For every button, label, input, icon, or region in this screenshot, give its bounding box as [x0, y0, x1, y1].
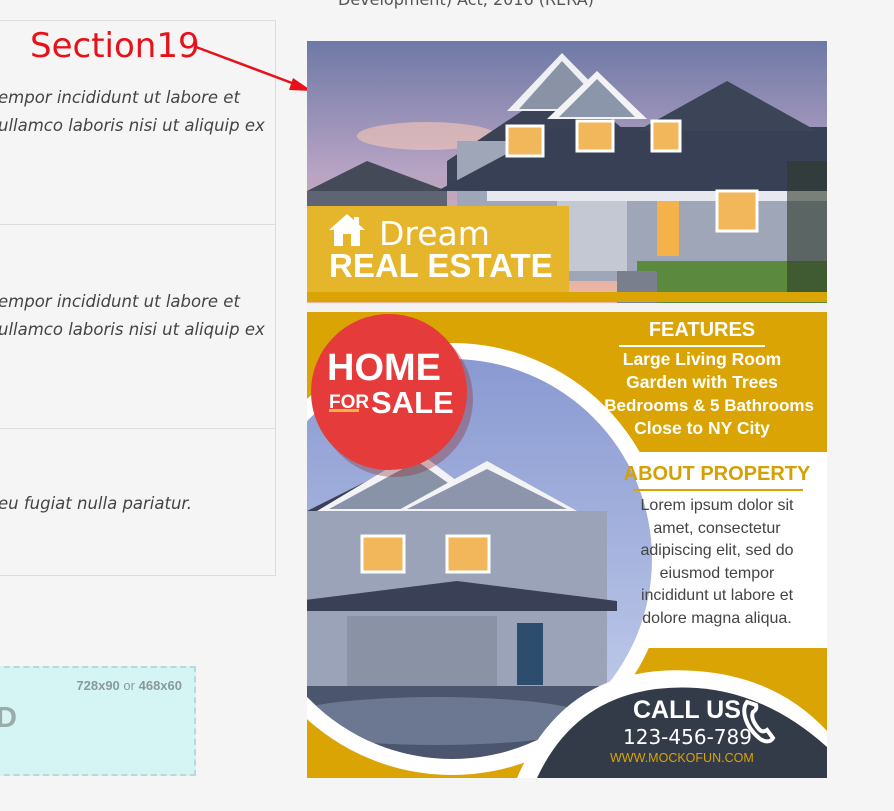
feature-item: Garden with Trees: [626, 372, 778, 392]
feature-item: Close to NY City: [634, 418, 770, 438]
ad-size-or: or: [123, 678, 135, 693]
features-title: FEATURES: [648, 319, 756, 341]
home-icon: [329, 214, 365, 246]
faq-card-2: empor incididunt ut labore et ullamco la…: [0, 224, 276, 429]
about-title: ABOUT PROPERTY: [623, 463, 811, 485]
faq-1-line-1: empor incididunt ut labore et: [0, 88, 240, 107]
ad-letter: D: [0, 702, 17, 734]
about-section: ABOUT PROPERTY Lorem ipsum dolor sit ame…: [607, 463, 827, 630]
ad-placeholder[interactable]: 728x90 or 468x60 D: [0, 666, 196, 776]
about-line: eiusmod tempor: [659, 564, 775, 582]
faq-2-line-1: empor incididunt ut labore et: [0, 292, 240, 311]
faq-card-3: eu fugiat nulla pariatur.: [0, 428, 276, 576]
ad-size-label: 728x90 or 468x60: [76, 678, 182, 693]
about-line: adipiscing elit, sed do: [640, 542, 794, 559]
annotation-label: Section19: [30, 26, 200, 66]
badge-sale-text: SALE: [371, 385, 454, 420]
about-line: incididunt ut labore et: [640, 587, 794, 604]
phone-number[interactable]: 123-456-789: [623, 725, 752, 749]
ad-size-secondary: 468x60: [138, 678, 182, 693]
feature-item: Large Living Room: [622, 349, 782, 369]
feature-item: 4 Bedrooms & 5 Bathrooms: [590, 396, 814, 415]
call-us-title: CALL US: [633, 696, 741, 724]
about-line: amet, consectetur: [653, 519, 781, 537]
badge-home-text: HOME: [327, 347, 441, 389]
badge-for-text: FOR: [329, 392, 370, 413]
faq-2-line-2: ullamco laboris nisi ut aliquip ex: [0, 320, 265, 339]
about-line: Lorem ipsum dolor sit: [640, 497, 794, 514]
faq-3-line-1: eu fugiat nulla pariatur.: [0, 494, 192, 513]
faq-1-line-2: ullamco laboris nisi ut aliquip ex: [0, 116, 265, 135]
features-section: FEATURES Large Living Room Garden with T…: [577, 319, 827, 440]
real-estate-flyer[interactable]: Dream REAL ESTATE HOME FOR SALE FEATURES…: [307, 41, 827, 778]
top-cut-heading: Development) Act, 2016 (RERA): [338, 0, 594, 9]
brand-big-text: REAL ESTATE: [329, 247, 553, 284]
about-line: dolore magna aliqua.: [642, 609, 792, 627]
website-link[interactable]: WWW.MOCKOFUN.COM: [610, 751, 754, 765]
ad-size-primary: 728x90: [76, 678, 120, 693]
